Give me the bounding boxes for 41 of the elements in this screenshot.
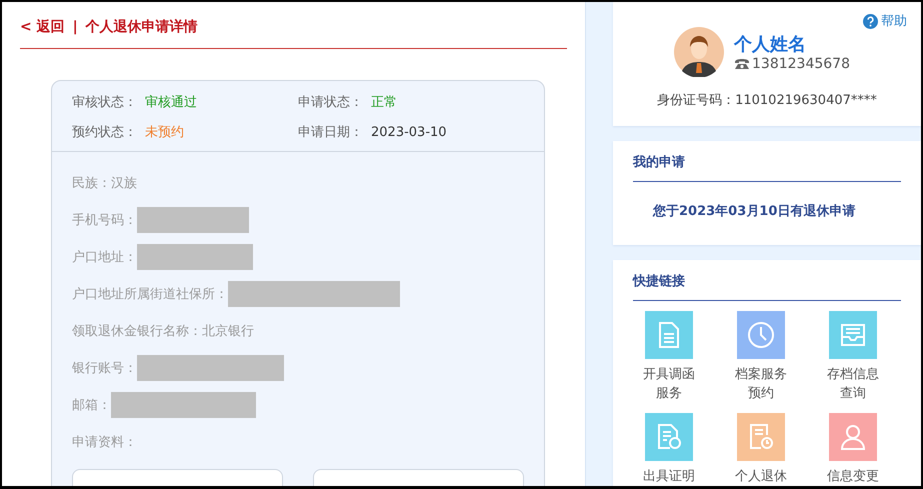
avatar-silhouette [674, 27, 724, 77]
document-icon [658, 322, 680, 348]
help-icon [863, 14, 878, 28]
status-label: 申请状态： [298, 94, 363, 111]
field-label: 邮箱： [72, 397, 111, 414]
id-number: 身份证号码：11010219630407**** [656, 92, 878, 109]
field-label: 户口地址： [72, 249, 137, 266]
inbox-tray-icon [839, 323, 867, 347]
status-value: 正常 [371, 94, 397, 111]
panel-title: 我的申请 [633, 141, 901, 182]
field-label: 申请资料： [72, 434, 137, 451]
panel-title: 快捷链接 [633, 260, 901, 301]
user-name: 个人姓名 [734, 33, 807, 56]
status-value: 2023-03-10 [371, 124, 447, 140]
status-label: 申请日期： [298, 124, 363, 141]
status-value: 审核通过 [145, 94, 197, 111]
clock-icon [747, 321, 775, 349]
quick-link[interactable]: 档案服务预约 [715, 311, 807, 403]
phone-number: 13812345678 [752, 56, 850, 72]
person-icon [840, 424, 866, 450]
field-label: 银行账号： [72, 360, 137, 377]
application-notice: 您于2023年03月10日有退休申请 [652, 202, 856, 220]
back-link[interactable]: < 返回 [20, 18, 65, 36]
telephone-icon [734, 58, 750, 70]
field-label: 领取退休金银行名称：北京银行 [72, 323, 254, 340]
quick-link[interactable]: 开具调函服务 [623, 311, 715, 403]
field-label: 户口地址所属街道社保所： [72, 286, 228, 303]
quick-link[interactable]: 出具证明 [623, 413, 715, 486]
status-value: 未预约 [145, 124, 184, 141]
quick-link[interactable]: 存档信息查询 [807, 311, 899, 403]
quick-link[interactable]: 信息变更 [807, 413, 899, 486]
certificate-icon [656, 424, 682, 450]
status-label: 预约状态： [72, 124, 137, 141]
header-separator: | [72, 19, 78, 35]
quick-link[interactable]: 个人退休 [715, 413, 807, 486]
document-clock-icon [748, 424, 774, 450]
field-label: 手机号码： [72, 212, 137, 229]
help-link[interactable]: 帮助 [863, 12, 907, 30]
field-label: 民族：汉族 [72, 175, 137, 192]
page-title: 个人退休申请详情 [86, 18, 198, 36]
status-label: 审核状态： [72, 94, 137, 111]
